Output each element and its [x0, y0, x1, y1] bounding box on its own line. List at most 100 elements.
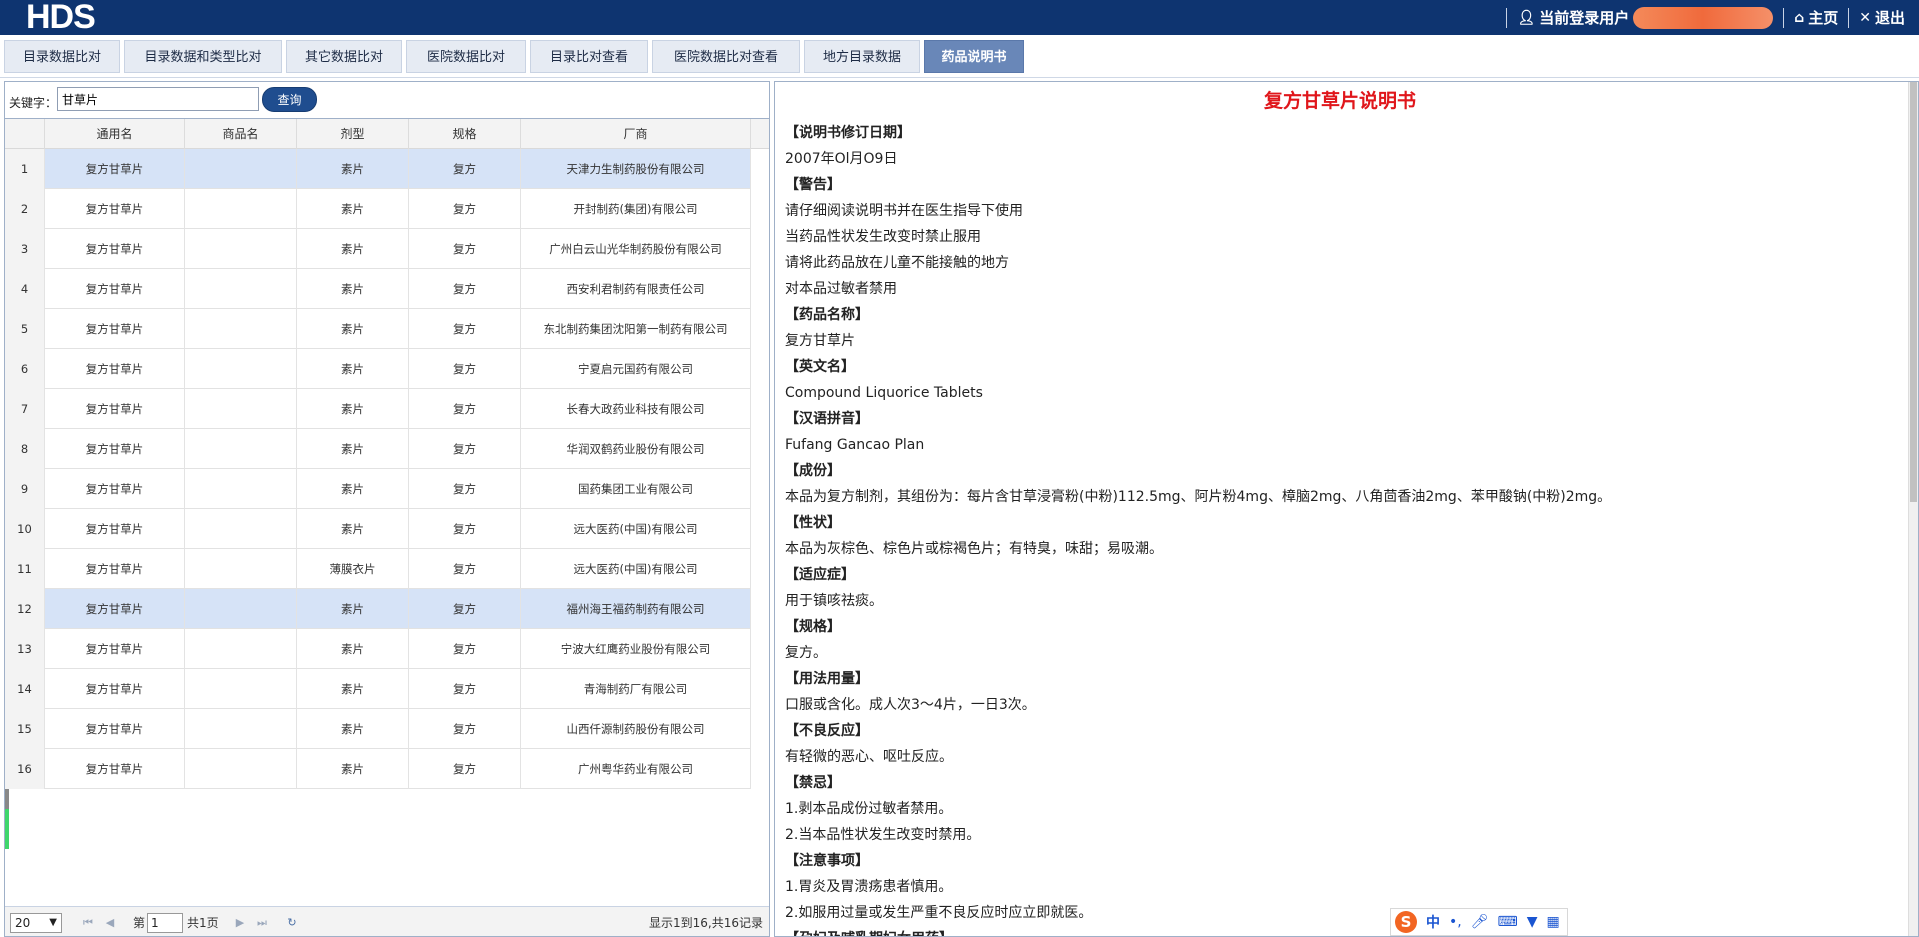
cell-generic-name: 复方甘草片 — [45, 509, 185, 549]
section-heading: 【适应症】 — [785, 567, 855, 583]
home-link[interactable]: ⌂ 主页 — [1794, 7, 1838, 28]
punctuation-icon[interactable]: •, — [1449, 914, 1462, 930]
section-text: Fufang Gancao Plan — [785, 437, 925, 453]
cell-trade-name — [185, 549, 297, 589]
first-page-icon[interactable]: ⏮︎ — [79, 913, 97, 933]
tab-catalog-type-compare[interactable]: 目录数据和类型比对 — [124, 40, 282, 73]
leaflet-body: 【说明书修订日期】 2007年Ol月O9日 【警告】 请仔细阅读说明书并在医生指导下使… — [785, 120, 1895, 936]
section-text: 当药品性状发生改变时禁止服用 — [785, 229, 981, 245]
cell-dosage-form: 素片 — [297, 669, 409, 709]
cell-dosage-form: 素片 — [297, 229, 409, 269]
last-page-icon[interactable]: ⏭︎ — [253, 913, 271, 933]
cell-dosage-form: 素片 — [297, 269, 409, 309]
keyword-input[interactable] — [57, 87, 259, 111]
cell-trade-name — [185, 589, 297, 629]
scrollbar-thumb[interactable] — [1910, 82, 1917, 502]
table-row[interactable]: 6 复方甘草片 素片 复方 宁夏启元国药有限公司 — [5, 349, 751, 389]
table-row[interactable]: 1 复方甘草片 素片 复方 天津力生制药股份有限公司 — [5, 149, 751, 189]
cell-trade-name — [185, 469, 297, 509]
next-page-icon[interactable]: ▶ — [231, 913, 249, 933]
section-heading: 【药品名称】 — [785, 307, 869, 323]
cell-dosage-form: 素片 — [297, 589, 409, 629]
tab-drug-leaflet[interactable]: 药品说明书 — [924, 40, 1024, 73]
table-row[interactable]: 16 复方甘草片 素片 复方 广州粤华药业有限公司 — [5, 749, 751, 789]
scroll-indicator[interactable] — [5, 789, 9, 849]
record-info: 显示1到16,共16记录 — [649, 916, 763, 930]
header-generic-name[interactable]: 通用名 — [45, 119, 185, 149]
skin-icon[interactable]: ▼ — [1527, 914, 1538, 930]
ime-toolbar[interactable]: S 中 •, 🎤︎ ⌨︎ ▼ ▦ — [1390, 908, 1568, 936]
tab-other-compare[interactable]: 其它数据比对 — [286, 40, 402, 73]
cell-manufacturer: 国药集团工业有限公司 — [521, 469, 751, 509]
section-text: Compound Liquorice Tablets — [785, 385, 983, 401]
header-dosage-form[interactable]: 剂型 — [297, 119, 409, 149]
row-number: 3 — [5, 229, 45, 269]
page-number-input[interactable]: 1 — [147, 913, 183, 933]
table-row[interactable]: 4 复方甘草片 素片 复方 西安利君制药有限责任公司 — [5, 269, 751, 309]
tab-hospital-view[interactable]: 医院数据比对查看 — [652, 40, 800, 73]
row-number: 5 — [5, 309, 45, 349]
home-icon: ⌂ — [1794, 9, 1805, 26]
tab-local-catalog[interactable]: 地方目录数据 — [804, 40, 920, 73]
section-heading: 【禁忌】 — [785, 775, 841, 791]
leaflet-scrollbar[interactable] — [1908, 82, 1918, 936]
section-heading: 【用法用量】 — [785, 671, 869, 687]
cell-manufacturer: 长春大政药业科技有限公司 — [521, 389, 751, 429]
header-divider — [1506, 7, 1508, 28]
cell-trade-name — [185, 709, 297, 749]
top-header: HDS 👤︎ 当前登录用户 ⌂ 主页 ✕ 退出 — [0, 0, 1919, 35]
user-icon: 👤︎ — [1517, 9, 1536, 26]
section-heading: 【不良反应】 — [785, 723, 869, 739]
table-row[interactable]: 11 复方甘草片 薄膜衣片 复方 远大医药(中国)有限公司 — [5, 549, 751, 589]
table-row[interactable]: 9 复方甘草片 素片 复方 国药集团工业有限公司 — [5, 469, 751, 509]
section-heading: 【警告】 — [785, 177, 841, 193]
table-row[interactable]: 13 复方甘草片 素片 复方 宁波大红鹰药业股份有限公司 — [5, 629, 751, 669]
table-row[interactable]: 5 复方甘草片 素片 复方 东北制药集团沈阳第一制药有限公司 — [5, 309, 751, 349]
cell-manufacturer: 广州白云山光华制药股份有限公司 — [521, 229, 751, 269]
table-row[interactable]: 3 复方甘草片 素片 复方 广州白云山光华制药股份有限公司 — [5, 229, 751, 269]
cell-spec: 复方 — [409, 229, 521, 269]
ime-mode[interactable]: 中 — [1426, 912, 1440, 932]
tab-bar: 目录数据比对 目录数据和类型比对 其它数据比对 医院数据比对 目录比对查看 医院… — [0, 35, 1919, 78]
grid-icon[interactable]: ▦ — [1547, 914, 1560, 930]
pagination-bar: 20 ▼ ⏮︎ ◀ 第 1 共1页 ▶ ⏭︎ ↻ 显示1到16,共16记录 — [5, 906, 769, 936]
table-row[interactable]: 15 复方甘草片 素片 复方 山西仟源制药股份有限公司 — [5, 709, 751, 749]
section-text: 2.如服用过量或发生严重不良反应时应立即就医。 — [785, 905, 1093, 921]
header-spec[interactable]: 规格 — [409, 119, 521, 149]
current-user-label: 当前登录用户 — [1539, 9, 1630, 27]
cell-spec: 复方 — [409, 389, 521, 429]
section-text: 2.当本品性状发生改变时禁用。 — [785, 827, 981, 843]
tab-catalog-compare[interactable]: 目录数据比对 — [4, 40, 120, 73]
header-manufacturer[interactable]: 厂商 — [521, 119, 751, 149]
logout-link[interactable]: ✕ 退出 — [1859, 7, 1905, 28]
refresh-icon[interactable]: ↻ — [283, 913, 301, 933]
table-row[interactable]: 2 复方甘草片 素片 复方 开封制药(集团)有限公司 — [5, 189, 751, 229]
table-row[interactable]: 10 复方甘草片 素片 复方 远大医药(中国)有限公司 — [5, 509, 751, 549]
query-button[interactable]: 查询 — [262, 87, 317, 112]
section-heading: 【说明书修订日期】 — [785, 125, 911, 141]
cell-spec: 复方 — [409, 469, 521, 509]
section-heading: 【规格】 — [785, 619, 841, 635]
tab-hospital-compare[interactable]: 医院数据比对 — [406, 40, 526, 73]
page-size-select[interactable]: 20 ▼ — [10, 913, 62, 933]
search-panel: 关键字： 查询 通用名 商品名 剂型 规格 厂商 1复方甘草片素片复方天津力生制… — [4, 81, 770, 937]
microphone-icon[interactable]: 🎤︎ — [1471, 914, 1489, 930]
section-text: 有轻微的恶心、呕吐反应。 — [785, 749, 953, 765]
home-label: 主页 — [1808, 9, 1839, 27]
current-user[interactable]: 👤︎ 当前登录用户 — [1517, 6, 1774, 29]
tab-catalog-view[interactable]: 目录比对查看 — [530, 40, 648, 73]
keyboard-icon[interactable]: ⌨︎ — [1498, 914, 1518, 930]
cell-dosage-form: 素片 — [297, 189, 409, 229]
table-row[interactable]: 8 复方甘草片 素片 复方 华润双鹤药业股份有限公司 — [5, 429, 751, 469]
table-row[interactable]: 12 复方甘草片 素片 复方 福州海王福药制药有限公司 — [5, 589, 751, 629]
header-trade-name[interactable]: 商品名 — [185, 119, 297, 149]
cell-trade-name — [185, 349, 297, 389]
cell-spec: 复方 — [409, 709, 521, 749]
table-row[interactable]: 14 复方甘草片 素片 复方 青海制药厂有限公司 — [5, 669, 751, 709]
drug-grid: 通用名 商品名 剂型 规格 厂商 1 复方甘草片 素片 复方 天津力生制药股份有限公司 2… — [5, 118, 769, 906]
table-row[interactable]: 7 复方甘草片 素片 复方 长春大政药业科技有限公司 — [5, 389, 751, 429]
cell-manufacturer: 远大医药(中国)有限公司 — [521, 509, 751, 549]
prev-page-icon[interactable]: ◀ — [101, 913, 119, 933]
cell-trade-name — [185, 229, 297, 269]
row-number: 8 — [5, 429, 45, 469]
